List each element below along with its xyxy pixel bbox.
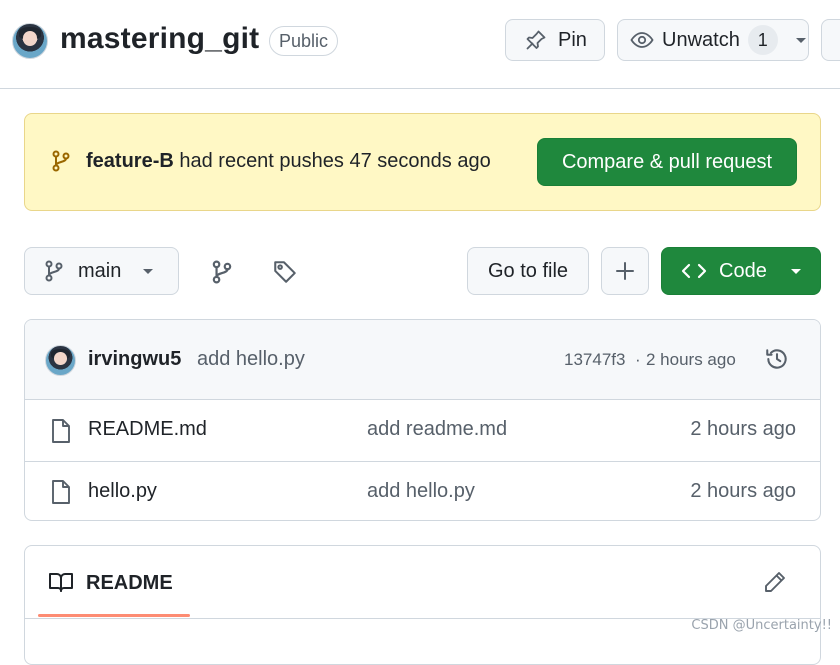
- tag-icon[interactable]: [272, 259, 298, 285]
- book-icon: [48, 571, 74, 593]
- chevron-down-icon: [789, 264, 803, 278]
- repo-name[interactable]: mastering_git: [60, 22, 259, 56]
- file-row[interactable]: hello.py add hello.py 2 hours ago: [25, 461, 820, 521]
- star-button-partial[interactable]: [821, 19, 840, 61]
- visibility-badge: Public: [269, 26, 338, 56]
- branch-label: main: [78, 260, 121, 283]
- chevron-down-icon[interactable]: [794, 33, 808, 47]
- push-message-text: had recent pushes 47 seconds ago: [174, 150, 491, 172]
- code-icon: [681, 261, 707, 281]
- file-commit-time: 2 hours ago: [690, 480, 796, 503]
- file-commit-time: 2 hours ago: [690, 418, 796, 441]
- commit-separator: ·: [635, 350, 641, 370]
- branches-icon[interactable]: [211, 260, 233, 284]
- chevron-down-icon: [141, 264, 155, 278]
- compare-pull-request-button[interactable]: Compare & pull request: [537, 138, 797, 186]
- pencil-icon[interactable]: [763, 570, 787, 594]
- watch-count: 1: [748, 25, 778, 55]
- branch-select-button[interactable]: main: [24, 247, 179, 295]
- add-file-button[interactable]: [601, 247, 649, 295]
- eye-icon: [630, 28, 654, 52]
- active-tab-underline: [38, 614, 190, 617]
- repo-header: mastering_git Public Pin Unwatch 1: [0, 0, 840, 89]
- code-button[interactable]: Code: [661, 247, 821, 295]
- file-icon: [50, 418, 72, 444]
- pushed-branch-name[interactable]: feature-B: [86, 150, 174, 172]
- file-name[interactable]: README.md: [88, 418, 207, 441]
- history-icon[interactable]: [764, 346, 790, 372]
- commit-message[interactable]: add hello.py: [197, 348, 305, 371]
- commit-time: 2 hours ago: [646, 350, 736, 370]
- go-to-file-label: Go to file: [488, 260, 568, 283]
- unwatch-button[interactable]: Unwatch 1: [617, 19, 809, 61]
- watermark: CSDN @Uncertainty!!: [691, 618, 832, 633]
- unwatch-label: Unwatch: [662, 29, 740, 52]
- file-commit-message[interactable]: add hello.py: [367, 480, 475, 503]
- code-label: Code: [719, 260, 767, 283]
- readme-tab[interactable]: README: [86, 572, 173, 595]
- commit-hash[interactable]: 13747f3: [564, 350, 625, 370]
- readme-panel: README: [24, 545, 821, 665]
- owner-avatar[interactable]: [12, 23, 48, 59]
- file-icon: [50, 479, 72, 505]
- go-to-file-button[interactable]: Go to file: [467, 247, 589, 295]
- push-message: feature-B had recent pushes 47 seconds a…: [86, 150, 491, 173]
- pin-button[interactable]: Pin: [505, 19, 605, 61]
- commit-author[interactable]: irvingwu5: [88, 348, 181, 371]
- file-name[interactable]: hello.py: [88, 480, 157, 503]
- pin-icon: [524, 28, 548, 52]
- branch-icon: [51, 150, 71, 172]
- file-browser: irvingwu5 add hello.py 13747f3 · 2 hours…: [24, 319, 821, 521]
- author-avatar[interactable]: [45, 345, 76, 376]
- file-row[interactable]: README.md add readme.md 2 hours ago: [25, 400, 820, 461]
- pin-label: Pin: [558, 29, 587, 52]
- recent-push-banner: feature-B had recent pushes 47 seconds a…: [24, 113, 821, 211]
- plus-icon: [615, 261, 635, 281]
- latest-commit-row: irvingwu5 add hello.py 13747f3 · 2 hours…: [25, 320, 820, 400]
- file-commit-message[interactable]: add readme.md: [367, 418, 507, 441]
- branch-icon: [44, 260, 64, 282]
